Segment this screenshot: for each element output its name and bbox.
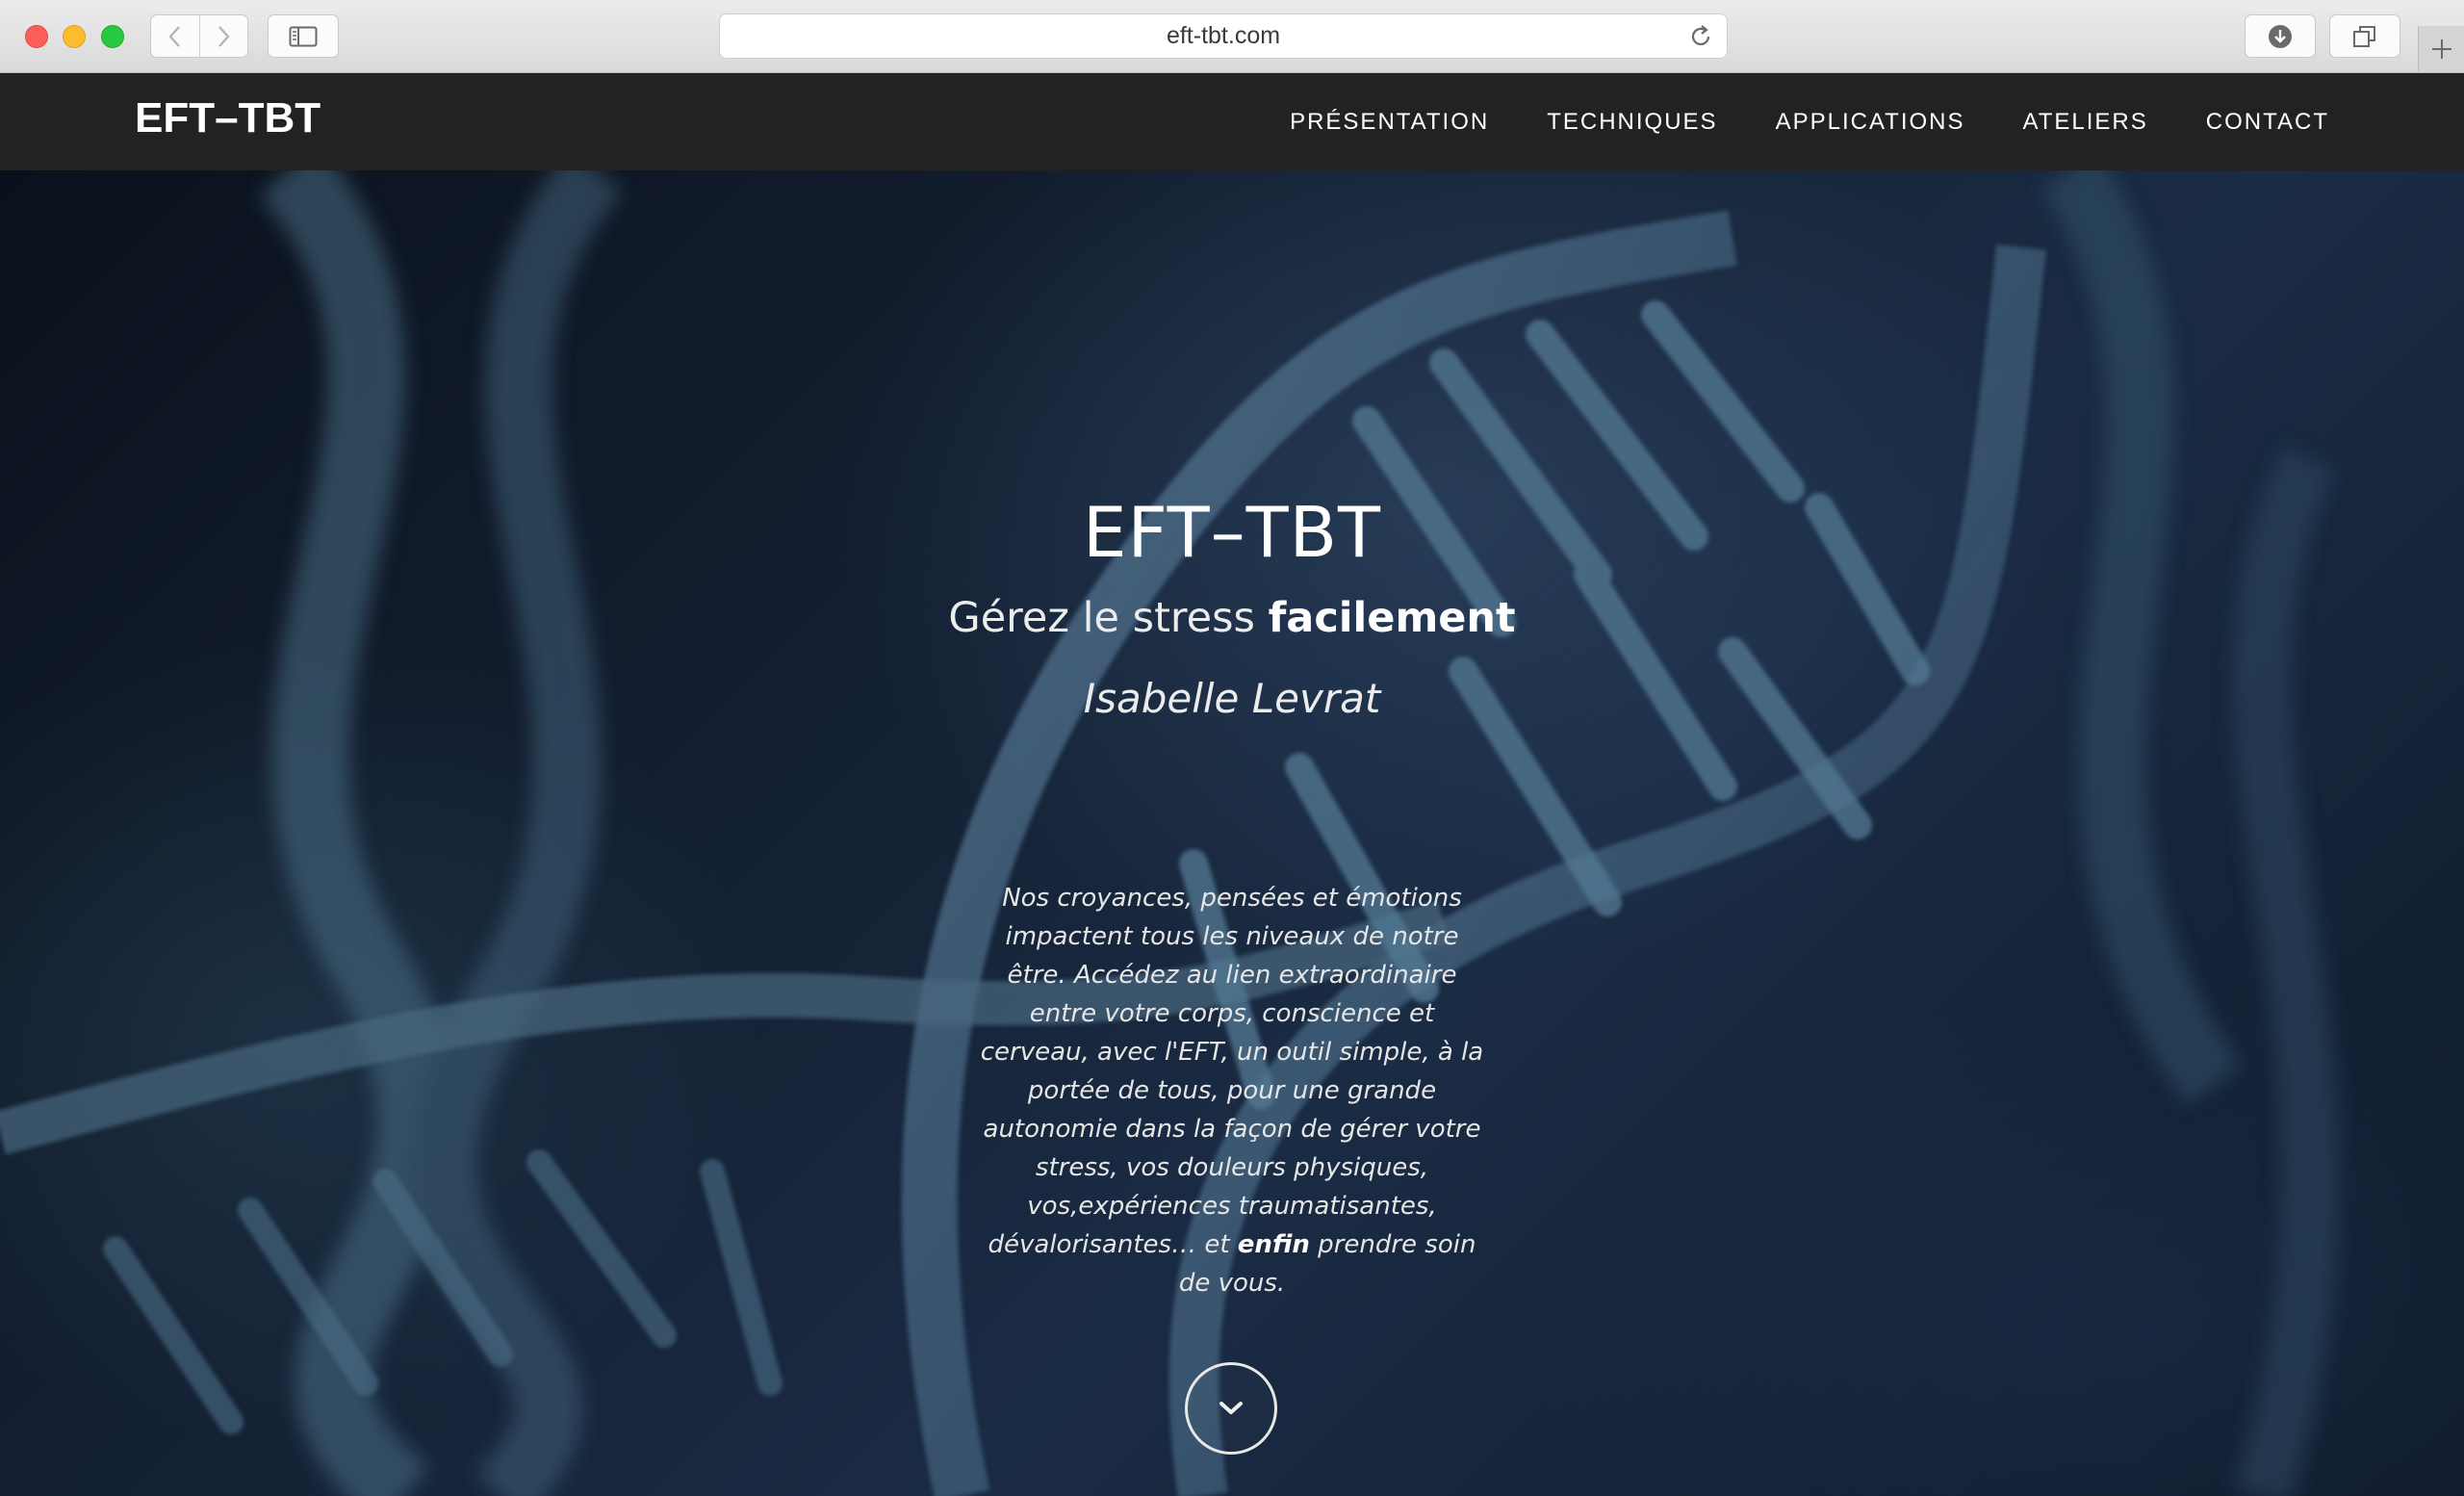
scroll-down-button[interactable] (1185, 1362, 1277, 1455)
history-nav (150, 14, 248, 58)
sidebar-toggle-button[interactable] (268, 14, 339, 58)
menu-item-ateliers[interactable]: ATELIERS (1994, 109, 2177, 136)
download-icon (2269, 24, 2292, 48)
site-brand[interactable]: EFT–TBT (135, 94, 321, 142)
show-tabs-button[interactable] (2329, 14, 2400, 58)
plus-icon (2431, 39, 2451, 59)
hero-title: EFT–TBT (1083, 492, 1381, 573)
menu-item-contact[interactable]: CONTACT (2177, 109, 2329, 136)
close-window-button[interactable] (25, 25, 48, 48)
back-button[interactable] (151, 15, 199, 57)
hero-subtitle-bold: facilement (1268, 594, 1516, 642)
reload-icon (1691, 25, 1710, 45)
sidebar-icon (289, 26, 318, 46)
minimize-window-button[interactable] (63, 25, 86, 48)
hero-author: Isabelle Levrat (1083, 675, 1381, 722)
hero-description-emphasis: enfin (1237, 1230, 1310, 1259)
hero-description-text: Nos croyances, pensées et émotions impac… (980, 884, 1484, 1259)
tabs-icon (2353, 25, 2375, 47)
hero-subtitle: Gérez le stress facilement (0, 594, 2464, 642)
menu-item-applications[interactable]: APPLICATIONS (1747, 109, 1994, 136)
new-tab-button[interactable] (2418, 26, 2464, 71)
hero-description: Nos croyances, pensées et émotions impac… (972, 879, 1492, 1303)
site-navbar: EFT–TBT PRÉSENTATION TECHNIQUES APPLICAT… (0, 73, 2464, 170)
reload-button[interactable] (1688, 24, 1713, 53)
forward-button[interactable] (198, 15, 248, 57)
chevron-right-icon (218, 25, 230, 47)
chevron-left-icon (168, 25, 180, 47)
chevron-down-icon (1219, 1402, 1243, 1414)
browser-toolbar: eft-tbt.com (0, 0, 2464, 73)
menu-item-techniques[interactable]: TECHNIQUES (1518, 109, 1746, 136)
hero-section: EFT–TBT Gérez le stress facilement Isabe… (0, 170, 2464, 1496)
url-text: eft-tbt.com (1166, 22, 1281, 49)
hero-subtitle-plain: Gérez le stress (948, 594, 1269, 642)
address-bar[interactable]: eft-tbt.com (719, 13, 1728, 59)
zoom-window-button[interactable] (101, 25, 124, 48)
downloads-button[interactable] (2245, 14, 2316, 58)
menu-item-presentation[interactable]: PRÉSENTATION (1261, 109, 1518, 136)
main-menu: PRÉSENTATION TECHNIQUES APPLICATIONS ATE… (1261, 73, 2329, 170)
